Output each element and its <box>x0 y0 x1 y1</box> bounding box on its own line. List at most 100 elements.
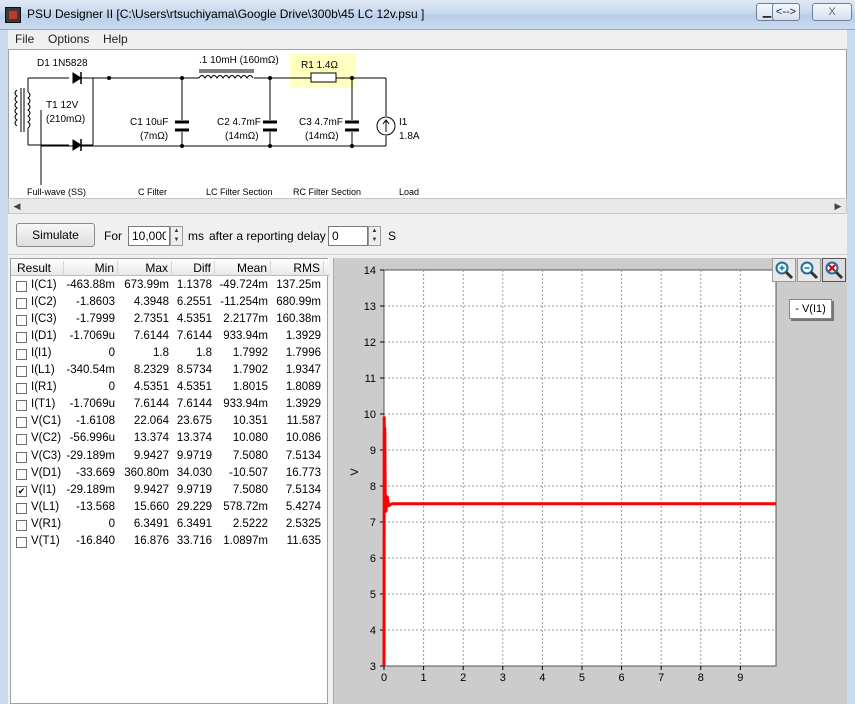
capacitor-c2[interactable] <box>263 120 277 132</box>
result-checkbox[interactable] <box>16 315 27 327</box>
result-checkbox[interactable] <box>16 366 27 378</box>
result-checkbox[interactable] <box>16 451 27 463</box>
menu-help[interactable]: Help <box>103 32 128 46</box>
zoom-in-button[interactable] <box>772 258 796 282</box>
column-header-diff[interactable]: Diff <box>172 261 215 276</box>
duration-spinner[interactable]: ▲ ▼ <box>170 226 183 246</box>
table-row[interactable]: I(C2) -1.8603 4.3948 6.2551 -11.254m 680.99m <box>11 295 329 312</box>
maximize-button[interactable]: <--> <box>772 3 800 21</box>
spin-up-icon[interactable]: ▲ <box>369 227 380 236</box>
plot-area[interactable] <box>383 269 777 667</box>
section-lc-filter: LC Filter Section <box>206 187 273 197</box>
result-name: I(D1) <box>31 330 57 343</box>
cell-max: 6.3491 <box>133 517 169 530</box>
x-tick-label: 1 <box>421 672 427 684</box>
zoom-out-button[interactable] <box>797 258 821 282</box>
column-header-result[interactable]: Result <box>11 261 64 276</box>
table-row[interactable]: I(C3) -1.7999 2.7351 4.5351 2.2177m 160.38m <box>11 312 329 329</box>
table-row[interactable]: V(C1) -1.6108 22.064 23.675 10.351 11.587 <box>11 414 329 431</box>
diode-d1[interactable] <box>72 72 82 151</box>
cell-diff: 8.5734 <box>176 364 212 377</box>
result-name: V(D1) <box>31 466 62 479</box>
table-row[interactable]: V(L1) -13.568 15.660 29.229 578.72m 5.4274 <box>11 500 329 517</box>
result-checkbox[interactable] <box>16 332 27 344</box>
table-row[interactable]: V(C2) -56.996u 13.374 13.374 10.080 10.086 <box>11 431 329 448</box>
cell-min: -340.54m <box>66 364 115 377</box>
delay-spinner[interactable]: ▲ ▼ <box>368 226 381 246</box>
cell-rms: 1.3929 <box>285 398 321 411</box>
scroll-right-icon[interactable]: ▶ <box>831 201 845 212</box>
cell-rms: 11.587 <box>286 415 321 428</box>
table-row[interactable]: I(D1) -1.7069u 7.6144 7.6144 933.94m 1.3929 <box>11 329 329 346</box>
result-checkbox[interactable]: ✔ <box>16 485 27 497</box>
cell-min: -33.669 <box>75 466 115 479</box>
transformer-t1[interactable] <box>14 77 69 185</box>
label-c2-name: C2 4.7mF <box>217 117 261 128</box>
result-checkbox[interactable] <box>16 468 27 480</box>
delay-input[interactable] <box>328 226 368 246</box>
current-source-i1[interactable] <box>376 116 396 136</box>
cell-mean: 1.8015 <box>232 381 268 394</box>
close-button[interactable]: X <box>812 3 852 21</box>
simulate-button[interactable]: Simulate <box>16 223 95 247</box>
table-row[interactable]: I(T1) -1.7069u 7.6144 7.6144 933.94m 1.3929 <box>11 397 329 414</box>
table-row[interactable]: ✔ V(I1) -29.189m 9.9427 9.9719 7.5080 7.5134 <box>11 483 329 500</box>
cell-max: 2.7351 <box>133 313 169 326</box>
table-row[interactable]: I(I1) 0 1.8 1.8 1.7992 1.7996 <box>11 346 329 363</box>
table-row[interactable]: V(T1) -16.840 16.876 33.716 1.0897m 11.635 <box>11 534 329 551</box>
capacitor-c1[interactable] <box>175 120 189 132</box>
section-c-filter: C Filter <box>138 187 167 197</box>
column-header-min[interactable]: Min <box>64 261 118 276</box>
result-checkbox[interactable] <box>16 383 27 395</box>
table-row[interactable]: I(R1) 0 4.5351 4.5351 1.8015 1.8089 <box>11 380 329 397</box>
result-checkbox[interactable] <box>16 519 27 531</box>
chart-legend[interactable]: - V(I1) <box>789 299 832 319</box>
result-checkbox[interactable] <box>16 434 27 446</box>
column-header-max[interactable]: Max <box>118 261 172 276</box>
duration-input[interactable] <box>128 226 170 246</box>
table-row[interactable]: I(C1) -463.88m 673.99m 1.1378 -49.724m 137.25… <box>11 278 329 295</box>
label-t1-name: T1 12V <box>46 100 79 111</box>
voltage-chart[interactable]: 0 1 2 3 4 5 6 7 8 934567891011121314V <box>334 258 848 704</box>
cell-max: 673.99m <box>124 279 169 291</box>
scroll-left-icon[interactable]: ◀ <box>10 201 24 212</box>
spin-up-icon[interactable]: ▲ <box>171 227 182 236</box>
result-checkbox[interactable] <box>16 417 27 429</box>
cell-mean: 7.5080 <box>232 449 268 462</box>
zoom-reset-button[interactable] <box>822 258 846 282</box>
spin-down-icon[interactable]: ▼ <box>369 236 380 245</box>
y-tick-label: 7 <box>370 517 376 529</box>
x-tick-label: 7 <box>658 672 664 684</box>
cell-diff: 4.5351 <box>176 313 212 326</box>
table-row[interactable]: V(C3) -29.189m 9.9427 9.9719 7.5080 7.5134 <box>11 449 329 466</box>
result-checkbox[interactable] <box>16 281 27 292</box>
cell-min: -1.8603 <box>75 296 115 309</box>
result-checkbox[interactable] <box>16 298 27 310</box>
for-label: For <box>104 229 122 243</box>
resistor-r1[interactable] <box>310 72 337 83</box>
capacitor-c3[interactable] <box>345 120 359 132</box>
table-row[interactable]: V(D1) -33.669 360.80m 34.030 -10.507 16.773 <box>11 466 329 483</box>
result-checkbox[interactable] <box>16 502 27 514</box>
minimize-icon: ▁ <box>762 6 772 18</box>
result-name: V(I1) <box>31 483 56 496</box>
table-row[interactable]: I(L1) -340.54m 8.2329 8.5734 1.7902 1.9347 <box>11 363 329 380</box>
cell-diff: 9.9719 <box>176 449 212 462</box>
cell-max: 9.9427 <box>133 449 169 462</box>
inductor-l1[interactable] <box>198 69 254 79</box>
cell-mean: 1.7992 <box>232 347 268 360</box>
cell-max: 16.876 <box>133 534 169 547</box>
spin-down-icon[interactable]: ▼ <box>171 236 182 245</box>
cell-rms: 2.5325 <box>285 517 321 530</box>
result-checkbox[interactable] <box>16 349 27 361</box>
schematic-hscrollbar[interactable]: ◀ ▶ <box>8 198 847 214</box>
cell-diff: 34.030 <box>176 466 212 479</box>
column-header-mean[interactable]: Mean <box>215 261 271 276</box>
x-tick-label: 6 <box>619 672 625 684</box>
result-checkbox[interactable] <box>16 536 27 548</box>
menu-file[interactable]: File <box>15 32 34 46</box>
menu-options[interactable]: Options <box>48 32 89 46</box>
column-header-rms[interactable]: RMS <box>271 261 324 276</box>
result-checkbox[interactable] <box>16 400 27 412</box>
table-row[interactable]: V(R1) 0 6.3491 6.3491 2.5222 2.5325 <box>11 517 329 534</box>
